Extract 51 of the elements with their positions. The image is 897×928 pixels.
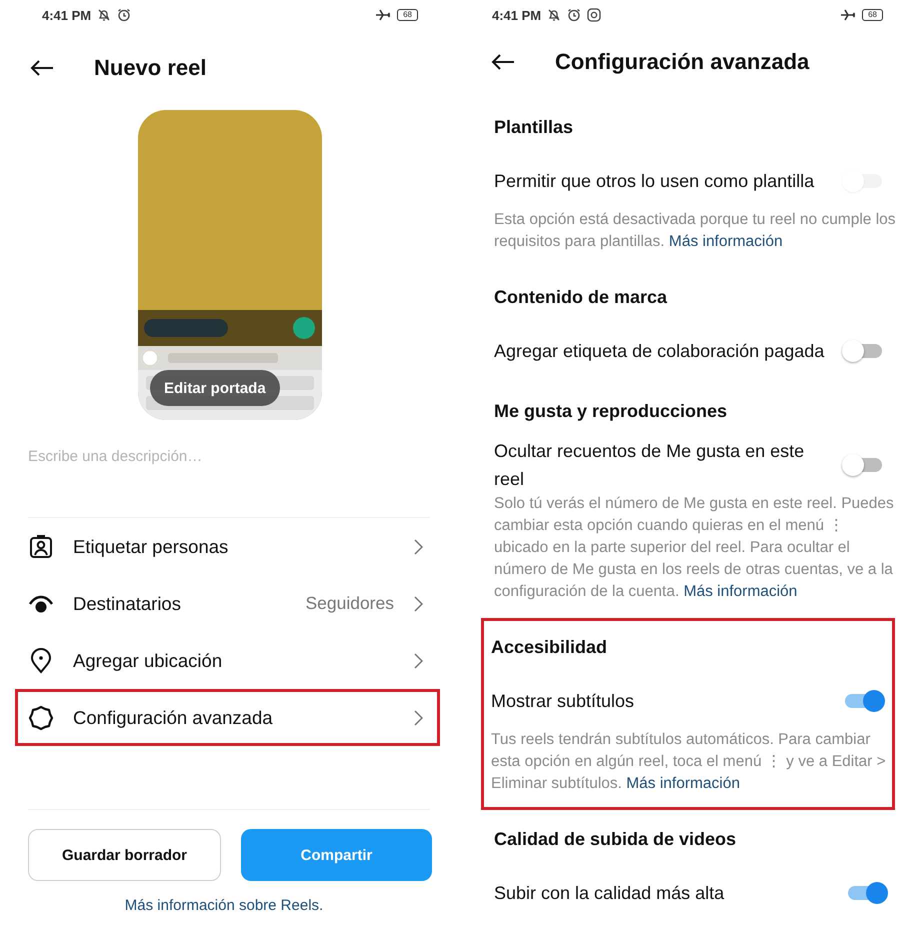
setting-label: Permitir que otros lo usen como plantilla xyxy=(494,170,816,193)
chevron-icon xyxy=(414,652,423,668)
setting-label: Mostrar subtítulos xyxy=(491,690,636,713)
section-heading: Plantillas xyxy=(494,116,574,138)
menu-item[interactable]: Destinatarios Seguidores xyxy=(15,575,440,632)
screen-title: Configuración avanzada xyxy=(555,49,810,75)
save-draft-button[interactable]: Guardar borrador xyxy=(28,829,221,881)
section-heading: Calidad de subida de videos xyxy=(494,828,738,850)
camera-icon xyxy=(587,8,602,22)
menu-label: Etiquetar personas xyxy=(73,536,230,558)
setting-label: Agregar etiqueta de colaboración pagada xyxy=(494,340,826,363)
chevron-icon xyxy=(414,538,423,554)
more-info-link[interactable]: Más información xyxy=(684,583,798,600)
screen-title: Nuevo reel xyxy=(94,55,206,81)
battery-indicator: 68 xyxy=(862,9,883,21)
section-heading: Me gusta y reproducciones xyxy=(494,400,728,423)
setting-description: Solo tú verás el número de Me gusta en este reel. Puedes cambiar esta opción cuando quieras en el menú ⋮ ubicado en la parte superior del reel. Para ocultar el número de Me gusta en los reels de otras cuentas, ve a la configuración de la cuenta. Más información xyxy=(494,494,895,602)
menu-label: Destinatarios xyxy=(73,592,182,614)
menu-label: Configuración avanzada xyxy=(73,706,274,728)
battery-indicator: 68 xyxy=(397,9,418,21)
status-time: 4:41 PM xyxy=(42,8,92,22)
setting-description: Esta opción está desactivada porque tu reel no cumple los requisitos para plantillas. Más información xyxy=(494,210,897,252)
setting-label: Subir con la calidad más alta xyxy=(494,882,726,905)
menu-value: Seguidores xyxy=(305,593,394,614)
bell-off-icon xyxy=(547,8,562,22)
menu-item[interactable]: Etiquetar personas xyxy=(15,518,440,575)
more-info-link[interactable]: Más información xyxy=(626,775,740,792)
back-arrow-icon[interactable] xyxy=(491,53,515,71)
alarm-icon xyxy=(567,8,582,22)
person-frame-icon xyxy=(28,534,54,558)
section-heading: Contenido de marca xyxy=(494,286,668,308)
menu-item[interactable]: Agregar ubicación xyxy=(15,632,440,689)
alarm-icon xyxy=(117,8,132,22)
eye-icon xyxy=(28,594,54,614)
menu-label: Agregar ubicación xyxy=(73,650,224,672)
chevron-icon xyxy=(414,596,423,612)
description-field[interactable]: Escribe una descripción… xyxy=(28,444,420,468)
airplane-icon xyxy=(375,9,392,21)
menu-item[interactable]: Configuración avanzada xyxy=(15,689,440,746)
airplane-icon xyxy=(840,9,856,21)
section-heading: Accesibilidad xyxy=(491,636,608,658)
bell-off-icon xyxy=(97,8,112,22)
reels-info-link[interactable]: Más información sobre Reels. xyxy=(124,897,324,914)
location-pin-icon xyxy=(28,648,54,674)
chevron-icon xyxy=(414,710,423,726)
back-arrow-icon[interactable] xyxy=(30,59,54,77)
status-time: 4:41 PM xyxy=(492,8,542,22)
edit-cover-button[interactable]: Editar portada xyxy=(150,370,280,406)
gear-icon xyxy=(28,704,54,730)
setting-description: Tus reels tendrán subtítulos automáticos. Para cambiar esta opción en algún reel, toca el menú ⋮ y ve a Editar > Eliminar subtítulos. Más información xyxy=(491,730,887,794)
setting-label: Ocultar recuentos de Me gusta en este reel xyxy=(494,440,806,491)
